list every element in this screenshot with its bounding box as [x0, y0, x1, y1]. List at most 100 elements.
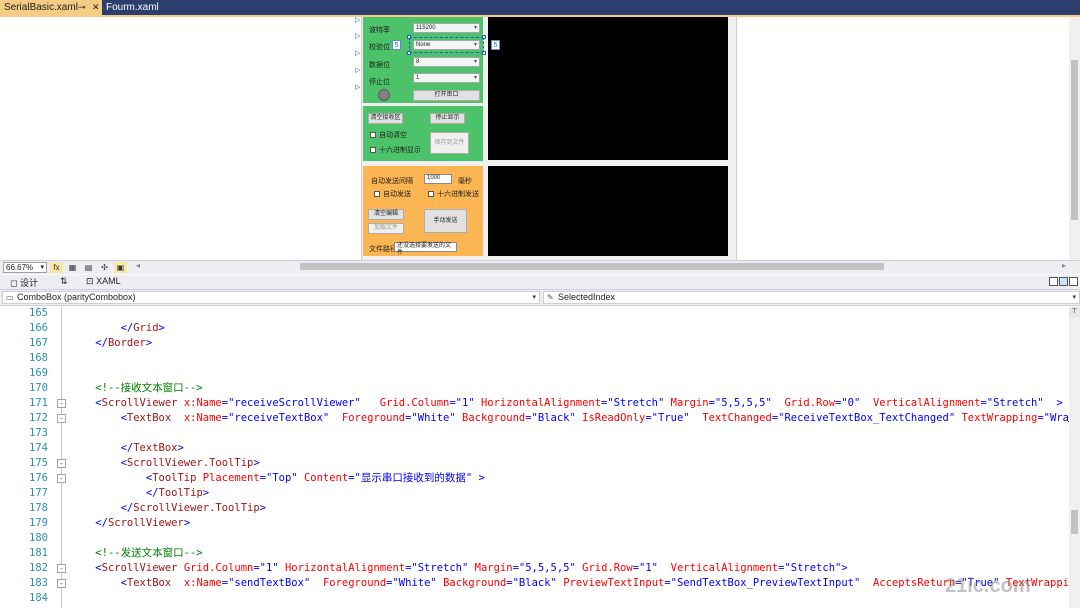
- open-port-button[interactable]: 打开串口: [413, 90, 480, 101]
- margin-tag-left: 5: [392, 40, 401, 50]
- code-text: <ScrollViewer x:Name="receiveScrollViewe…: [95, 397, 1063, 409]
- auto-clear-checkbox[interactable]: [370, 132, 376, 138]
- hex-send-checkbox[interactable]: [428, 191, 434, 197]
- code-line[interactable]: 182- <ScrollViewer Grid.Column="1" Horiz…: [0, 561, 1069, 576]
- resize-handle[interactable]: [482, 51, 486, 55]
- scroll-left-icon[interactable]: ◂: [136, 261, 140, 270]
- clear-receive-button[interactable]: 清空接收区: [368, 113, 403, 124]
- baud-combobox[interactable]: 115200 ▾: [413, 23, 480, 33]
- code-line[interactable]: 172- <TextBox x:Name="receiveTextBox" Fo…: [0, 411, 1080, 426]
- code-line[interactable]: 165: [0, 306, 1069, 321]
- scrollbar-thumb[interactable]: [1071, 510, 1078, 534]
- interval-input[interactable]: 1000: [424, 174, 452, 184]
- receive-textbox-preview[interactable]: [488, 17, 728, 160]
- code-line[interactable]: 166 </Grid>: [0, 321, 1069, 336]
- grid-row-adorner-icon[interactable]: ▷: [355, 49, 360, 57]
- code-line[interactable]: 183- <TextBox x:Name="sendTextBox" Foreg…: [0, 576, 1080, 591]
- stop-display-button[interactable]: 停止显示: [430, 113, 465, 124]
- code-text: <TextBox x:Name="sendTextBox" Foreground…: [120, 577, 1080, 589]
- grid-row-adorner-icon[interactable]: ▷: [355, 83, 360, 91]
- close-icon[interactable]: ✕: [92, 0, 100, 15]
- editor-split-handle[interactable]: ⊤: [1069, 307, 1080, 317]
- chevron-down-icon: ▾: [40, 264, 44, 271]
- databits-combobox[interactable]: 8 ▾: [413, 57, 480, 67]
- code-text: </Border>: [95, 337, 153, 349]
- code-line[interactable]: 184: [0, 591, 1069, 606]
- watermark: 21ic.com: [945, 575, 1031, 597]
- designer-horizontal-scroll-thumb[interactable]: [300, 263, 884, 270]
- artboard-icon[interactable]: ✣: [98, 262, 111, 273]
- parity-label: 校验位: [369, 44, 390, 51]
- code-line[interactable]: 171- <ScrollViewer x:Name="receiveScroll…: [0, 396, 1069, 411]
- grid-row-adorner-icon[interactable]: ▷: [355, 32, 360, 40]
- pin-icon[interactable]: ⊸: [78, 0, 86, 15]
- zoom-combobox[interactable]: 66.67% ▾: [3, 262, 47, 273]
- design-tab[interactable]: ◻ 设计: [10, 276, 38, 289]
- line-number: 181: [29, 547, 48, 559]
- resize-handle[interactable]: [407, 51, 411, 55]
- grid-row-adorner-icon[interactable]: ▷: [355, 66, 360, 74]
- code-line[interactable]: 167 </Border>: [0, 336, 1069, 351]
- code-text: </Grid>: [120, 322, 165, 334]
- manual-send-button[interactable]: 手动发送: [424, 209, 467, 233]
- vertical-split-icon[interactable]: [1049, 277, 1058, 286]
- property-selector-dropdown[interactable]: ✎ SelectedIndex ▾: [543, 291, 1080, 304]
- code-line[interactable]: 169: [0, 366, 1069, 381]
- tab-serialbasic-xaml[interactable]: SerialBasic.xaml ⊸ ✕: [0, 0, 102, 15]
- line-number: 169: [29, 367, 48, 379]
- chevron-down-icon: ▾: [473, 75, 477, 81]
- code-line[interactable]: 176- <ToolTip Placement="Top" Content="显…: [0, 471, 1069, 486]
- code-line[interactable]: 181 <!--发送文本窗口-->: [0, 546, 1069, 561]
- save-file-button[interactable]: 保存到文件: [430, 132, 469, 154]
- scrollbar-thumb[interactable]: [1071, 60, 1078, 220]
- line-number: 184: [29, 592, 48, 604]
- code-line[interactable]: 170 <!--接收文本窗口-->: [0, 381, 1069, 396]
- collapse-icon[interactable]: -: [57, 579, 66, 588]
- snap-grid-icon[interactable]: ▤: [82, 262, 95, 273]
- wrench-icon: ✎: [547, 293, 554, 302]
- xaml-tab[interactable]: ⊡ XAML: [86, 276, 121, 287]
- resize-handle[interactable]: [407, 35, 411, 39]
- code-line[interactable]: 177 </ToolTip>: [0, 486, 1069, 501]
- horizontal-split-icon[interactable]: [1059, 277, 1068, 286]
- collapse-icon[interactable]: -: [57, 459, 66, 468]
- load-file-button[interactable]: 加载文件: [368, 223, 404, 234]
- code-line[interactable]: 168: [0, 351, 1069, 366]
- code-line[interactable]: 173: [0, 426, 1069, 441]
- swap-panes-icon[interactable]: ⇅: [60, 276, 68, 287]
- collapse-pane-icon[interactable]: [1069, 277, 1078, 286]
- scroll-right-icon[interactable]: ▸: [1062, 261, 1066, 270]
- grid-toggle-icon[interactable]: ▦: [66, 262, 79, 273]
- file-path-input[interactable]: 还没选择要发送的文件: [394, 242, 457, 256]
- chevron-down-icon: ▾: [1072, 294, 1076, 301]
- line-number: 180: [29, 532, 48, 544]
- collapse-icon[interactable]: -: [57, 474, 66, 483]
- code-line[interactable]: 179 </ScrollViewer>: [0, 516, 1069, 531]
- hex-display-checkbox[interactable]: [370, 147, 376, 153]
- collapse-icon[interactable]: -: [57, 564, 66, 573]
- snap-lines-icon[interactable]: ▣: [114, 262, 127, 273]
- code-line[interactable]: 174 </TextBox>: [0, 441, 1069, 456]
- resize-handle[interactable]: [482, 35, 486, 39]
- element-selector-dropdown[interactable]: ▭ ComboBox (parityCombobox) ▾: [2, 291, 540, 304]
- stopbits-combobox[interactable]: 1 ▾: [413, 73, 480, 83]
- port-status-led: [378, 89, 390, 101]
- grid-row-adorner-icon[interactable]: ▷: [355, 16, 360, 24]
- collapse-icon[interactable]: -: [57, 414, 66, 423]
- tab-fourm-xaml[interactable]: Fourm.xaml: [102, 0, 188, 15]
- line-number: 170: [29, 382, 48, 394]
- xaml-icon: ⊡: [86, 276, 94, 286]
- code-text: <ScrollViewer.ToolTip>: [120, 457, 260, 469]
- clear-edit-button[interactable]: 清空编辑: [368, 209, 404, 220]
- fx-effects-icon[interactable]: fx: [50, 262, 63, 273]
- code-text: <!--接收文本窗口-->: [95, 382, 203, 394]
- auto-send-checkbox[interactable]: [374, 191, 380, 197]
- hex-display-label: 十六进制显示: [379, 147, 421, 154]
- baud-label: 波特率: [369, 27, 390, 34]
- editor-vertical-scrollbar[interactable]: [1069, 307, 1080, 608]
- collapse-icon[interactable]: -: [57, 399, 66, 408]
- send-textbox-preview[interactable]: [488, 166, 728, 256]
- code-line[interactable]: 178 </ScrollViewer.ToolTip>: [0, 501, 1069, 516]
- code-line[interactable]: 180: [0, 531, 1069, 546]
- code-line[interactable]: 175- <ScrollViewer.ToolTip>: [0, 456, 1069, 471]
